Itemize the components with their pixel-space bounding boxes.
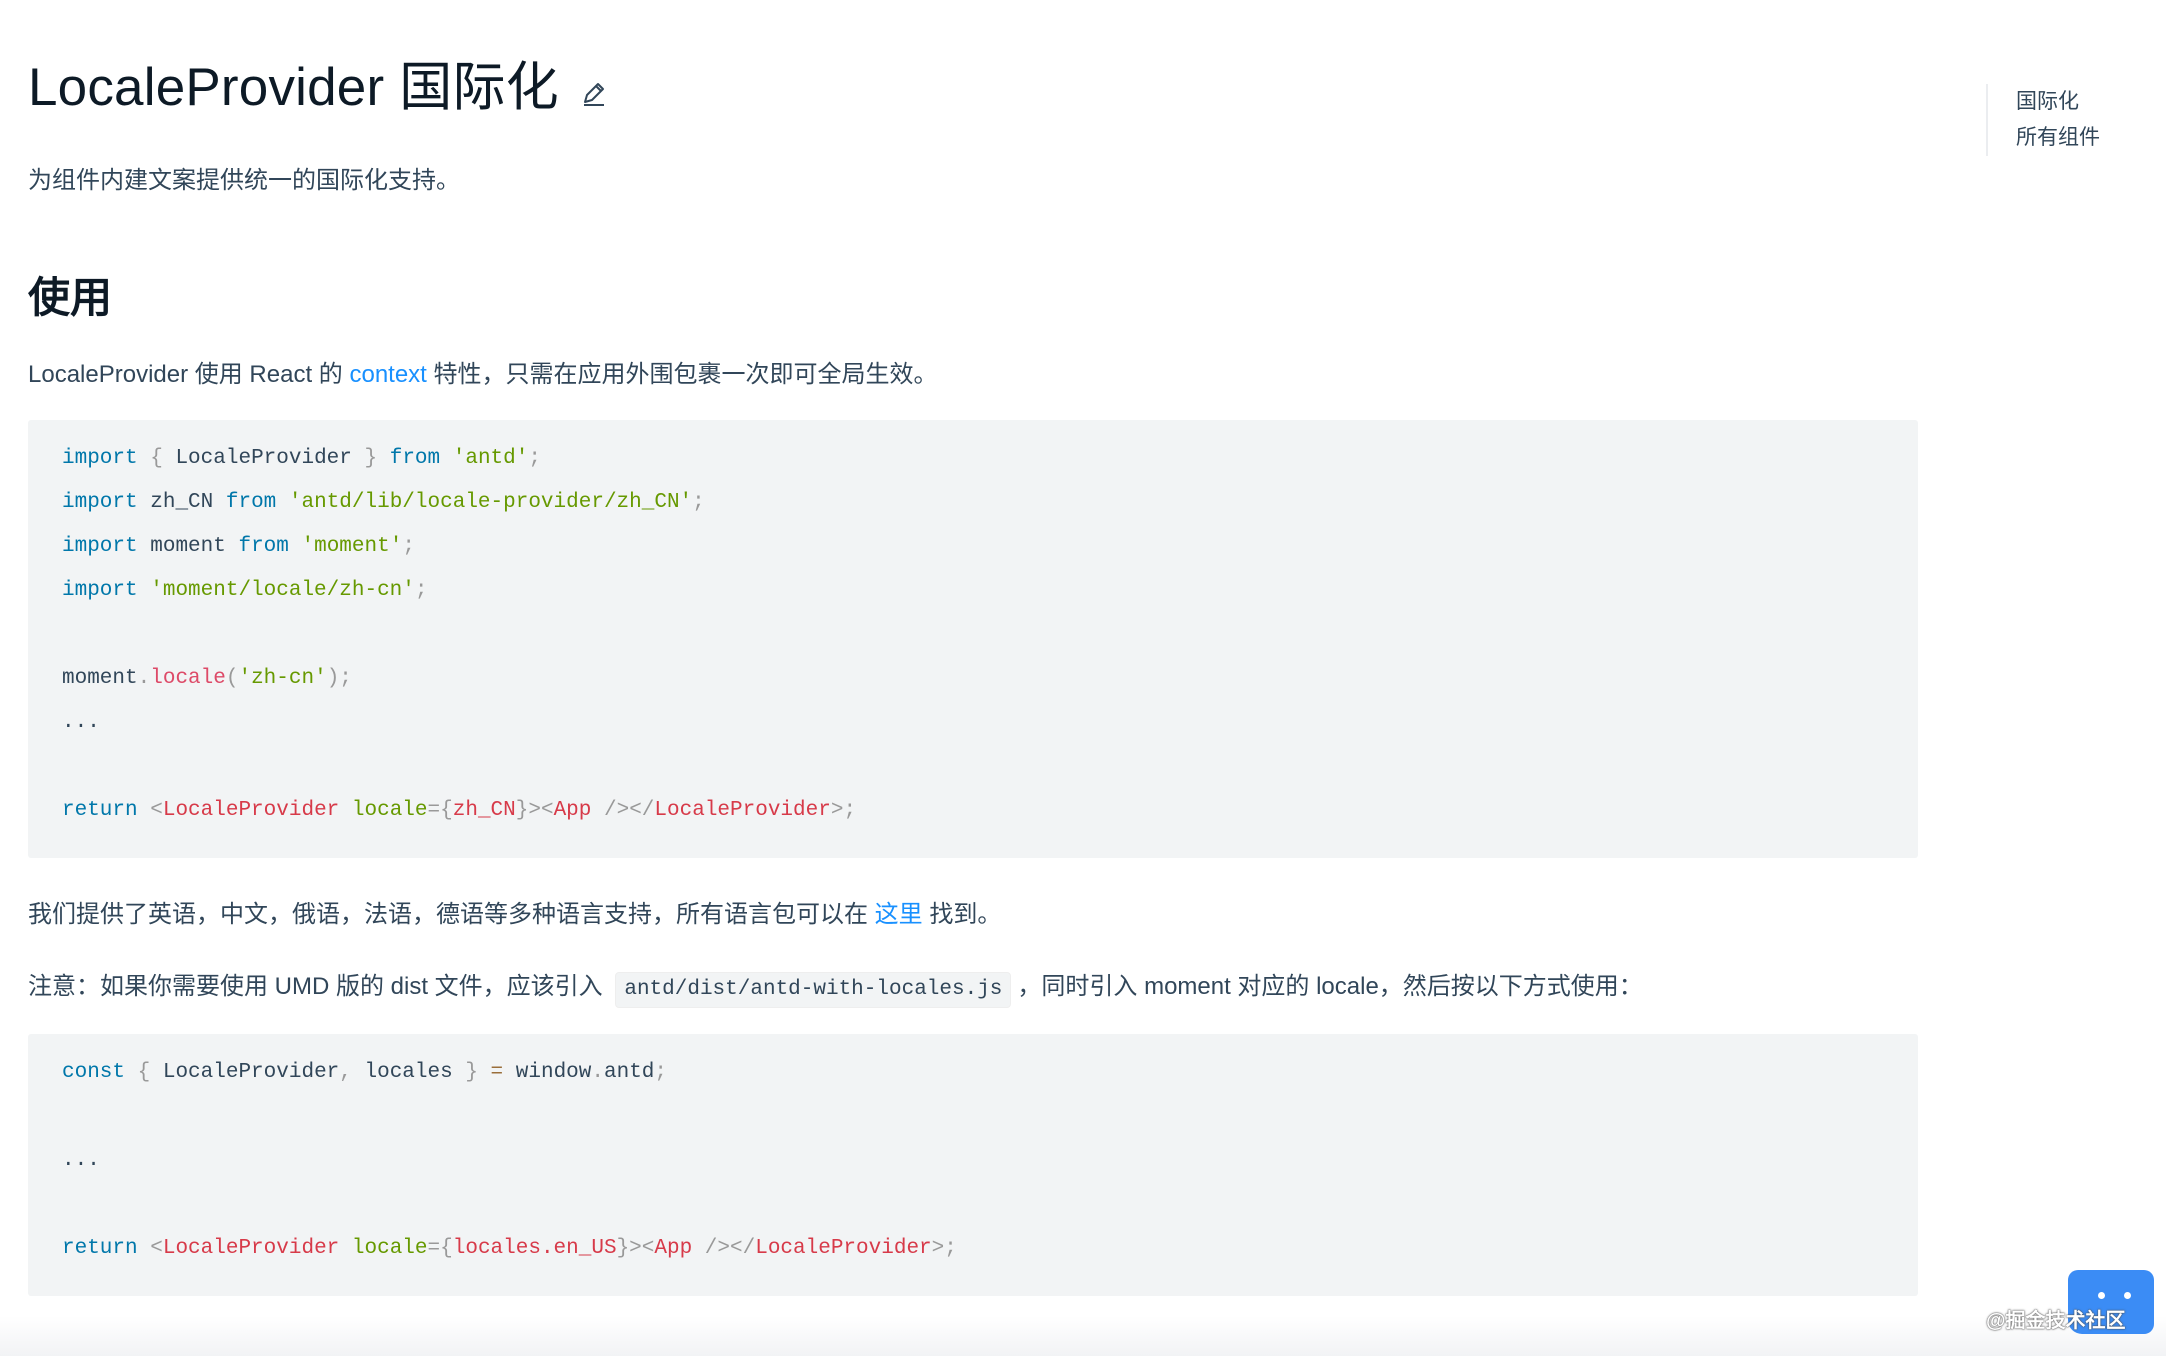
toc-item-all-components[interactable]: 所有组件 <box>2016 120 2100 156</box>
code-line: import { LocaleProvider } from 'antd'; <box>62 447 541 470</box>
edit-icon[interactable] <box>579 78 609 108</box>
code-block-umd: const { LocaleProvider, locales } = wind… <box>28 1034 1918 1296</box>
page-subtitle: 为组件内建文案提供统一的国际化支持。 <box>28 167 460 194</box>
code-block-usage: import { LocaleProvider } from 'antd'; i… <box>28 420 1918 858</box>
intro-text-after: 特性，只需在应用外围包裹一次即可全局生效。 <box>426 361 938 388</box>
title-row: LocaleProvider 国际化 <box>28 52 609 124</box>
langs-text-before: 我们提供了英语，中文，俄语，法语，德语等多种语言支持，所有语言包可以在 <box>28 901 875 928</box>
table-of-contents: 国际化 所有组件 <box>1986 84 2100 156</box>
langs-text-after: 找到。 <box>922 901 1002 928</box>
code-line: import moment from 'moment'; <box>62 535 415 558</box>
note-text-after: ，同时引入 moment 对应的 locale，然后按以下方式使用： <box>1017 973 1643 1000</box>
code-line: return <LocaleProvider locale={locales.e… <box>62 1237 957 1260</box>
intro-text-before: LocaleProvider 使用 React 的 <box>28 361 350 388</box>
code-line: import zh_CN from 'antd/lib/locale-provi… <box>62 491 705 514</box>
chat-eye-left <box>2098 1292 2105 1299</box>
page-title: LocaleProvider 国际化 <box>28 58 559 117</box>
inline-code-path: antd/dist/antd-with-locales.js <box>615 972 1012 1008</box>
code-line: ... <box>62 1149 100 1172</box>
languages-paragraph: 我们提供了英语，中文，俄语，法语，德语等多种语言支持，所有语言包可以在 这里 找… <box>28 894 1001 929</box>
code-line: const { LocaleProvider, locales } = wind… <box>62 1061 668 1084</box>
bottom-fade <box>0 1316 2166 1356</box>
toc-item-i18n[interactable]: 国际化 <box>2016 84 2100 120</box>
context-link[interactable]: context <box>349 361 426 388</box>
note-text-before: 注意：如果你需要使用 UMD 版的 dist 文件，应该引入 <box>28 973 610 1000</box>
watermark: @掘金技术社区 <box>1986 1310 2126 1332</box>
note-paragraph: 注意：如果你需要使用 UMD 版的 dist 文件，应该引入 antd/dist… <box>28 966 1643 1008</box>
locales-link[interactable]: 这里 <box>875 901 923 928</box>
intro-paragraph: LocaleProvider 使用 React 的 context 特性，只需在… <box>28 354 938 389</box>
section-title-usage: 使用 <box>28 274 113 321</box>
code-line: moment.locale('zh-cn'); <box>62 667 352 690</box>
chat-eye-right <box>2124 1292 2131 1299</box>
code-line: ... <box>62 711 100 734</box>
code-line: return <LocaleProvider locale={zh_CN}><A… <box>62 799 857 822</box>
code-line: import 'moment/locale/zh-cn'; <box>62 579 428 602</box>
